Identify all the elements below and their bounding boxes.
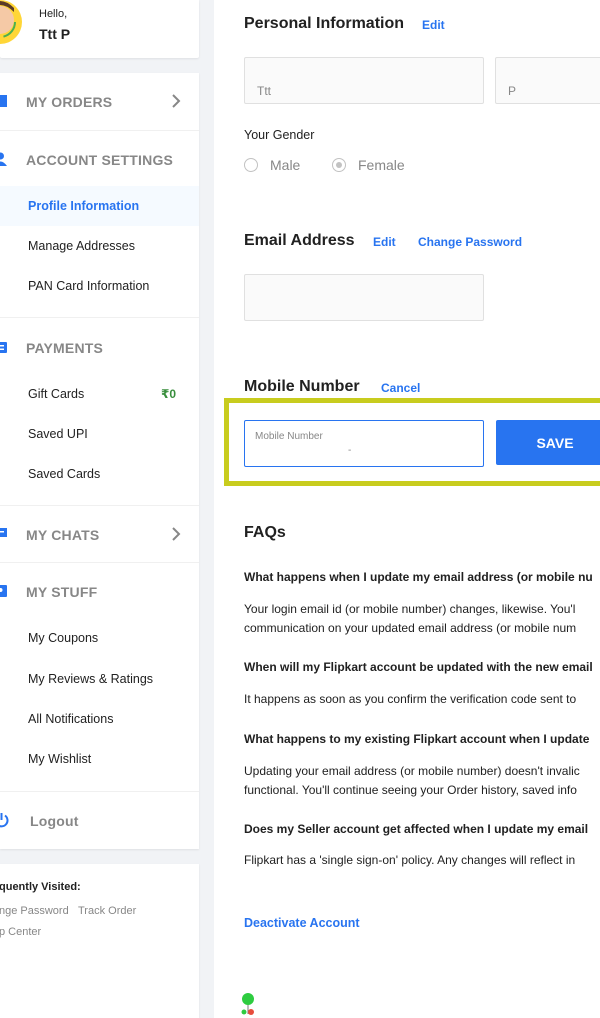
divider: [0, 317, 199, 318]
faq-question: When will my Flipkart account be updated…: [244, 660, 593, 674]
logout-label: Logout: [30, 813, 79, 829]
orders-icon: [0, 95, 7, 107]
track-order-link[interactable]: Track Order: [78, 905, 136, 917]
sidebar-item-my-coupons[interactable]: My Coupons: [0, 618, 199, 658]
faq-answer: Your login email id (or mobile number) c…: [244, 602, 576, 616]
change-password-link[interactable]: Change Password: [418, 235, 522, 249]
faq-answer: It happens as soon as you confirm the ve…: [244, 692, 577, 706]
mobile-cancel-link[interactable]: Cancel: [381, 381, 420, 395]
hello-text: Hello,: [39, 8, 68, 20]
change-password-link[interactable]: nge Password: [0, 905, 69, 917]
sidebar-item-saved-upi[interactable]: Saved UPI: [0, 414, 199, 454]
power-icon: [0, 813, 9, 828]
sidebar-item-saved-cards[interactable]: Saved Cards: [0, 454, 199, 494]
first-name-value: Ttt: [257, 84, 271, 98]
faqs-title: FAQs: [244, 524, 286, 541]
my-chats-label: MY CHATS: [26, 527, 100, 543]
mobile-title: Mobile Number: [244, 378, 360, 395]
faq-answer: Updating your email address (or mobile n…: [244, 764, 580, 778]
faq-answer: functional. You'll continue seeing your …: [244, 783, 577, 797]
help-center-link[interactable]: p Center: [0, 926, 41, 938]
email-title: Email Address: [244, 232, 355, 249]
sidebar-item-gift-cards[interactable]: Gift Cards ₹0: [0, 374, 199, 414]
frequently-visited-card: quently Visited: nge Password Track Orde…: [0, 864, 199, 1018]
faq-question: What happens when I update my email addr…: [244, 570, 593, 584]
faq-answer: communication on your updated email addr…: [244, 621, 577, 635]
faq-question: What happens to my existing Flipkart acc…: [244, 732, 590, 746]
personal-info-edit-link[interactable]: Edit: [422, 18, 445, 32]
my-stuff-label: MY STUFF: [26, 584, 98, 600]
logout-button[interactable]: Logout: [0, 792, 199, 849]
sidebar-item-reviews-ratings[interactable]: My Reviews & Ratings: [0, 659, 199, 699]
my-orders-label: MY ORDERS: [26, 94, 113, 110]
avatar: [0, 0, 22, 44]
user-name: Ttt P: [39, 26, 71, 42]
sidebar-item-label: Saved UPI: [28, 427, 88, 441]
my-chats-link[interactable]: MY CHATS: [0, 506, 199, 563]
sidebar-item-pan-card[interactable]: PAN Card Information: [0, 266, 199, 306]
sidebar-item-label: My Reviews & Ratings: [28, 672, 154, 686]
gender-female-label: Female: [358, 157, 405, 173]
my-orders-link[interactable]: MY ORDERS: [0, 73, 199, 130]
gender-label: Your Gender: [244, 128, 315, 142]
mobile-number-placeholder: Mobile Number: [255, 431, 323, 442]
chevron-right-icon: [172, 527, 181, 541]
sidebar-item-label: PAN Card Information: [28, 279, 150, 293]
sidebar-item-label: Saved Cards: [28, 467, 101, 481]
sidebar-item-label: All Notifications: [28, 712, 114, 726]
chevron-right-icon: [172, 94, 181, 108]
my-stuff-header: MY STUFF: [0, 563, 199, 620]
deactivate-account-link[interactable]: Deactivate Account: [244, 916, 360, 930]
account-settings-label: ACCOUNT SETTINGS: [26, 152, 174, 168]
sidebar-item-label: Manage Addresses: [28, 239, 136, 253]
user-icon: [0, 152, 7, 166]
sidebar-item-all-notifications[interactable]: All Notifications: [0, 699, 199, 739]
mobile-number-value: -: [348, 445, 352, 456]
balloon-icon: [241, 993, 254, 1015]
sidebar-item-label: Profile Information: [28, 199, 140, 213]
email-field[interactable]: [244, 274, 484, 321]
gender-male-label: Male: [270, 157, 301, 173]
frequently-visited-title: quently Visited:: [0, 881, 81, 893]
last-name-field[interactable]: P: [495, 57, 600, 104]
greeting-card: Hello, Ttt P: [0, 0, 199, 58]
email-edit-link[interactable]: Edit: [373, 235, 396, 249]
payments-header: PAYMENTS: [0, 319, 199, 376]
sidebar-item-manage-addresses[interactable]: Manage Addresses: [0, 226, 199, 266]
sidebar-item-my-wishlist[interactable]: My Wishlist: [0, 739, 199, 779]
mobile-number-input[interactable]: Mobile Number -: [244, 420, 484, 467]
gender-male-radio[interactable]: [244, 158, 258, 172]
last-name-value: P: [508, 84, 517, 98]
sidebar-item-label: Gift Cards: [28, 387, 85, 401]
sidebar-item-label: My Wishlist: [28, 752, 92, 766]
gift-card-balance: ₹0: [161, 387, 177, 401]
payments-label: PAYMENTS: [26, 340, 104, 356]
chat-icon: [0, 528, 7, 537]
personal-info-title: Personal Information: [244, 15, 405, 32]
account-settings-header: ACCOUNT SETTINGS: [0, 131, 199, 188]
faq-question: Does my Seller account get affected when…: [244, 822, 589, 836]
radio-selected-dot: [335, 161, 342, 168]
sidebar-item-profile-information[interactable]: Profile Information: [0, 186, 199, 226]
first-name-field[interactable]: Ttt: [244, 57, 484, 104]
wallet-icon: [0, 342, 7, 353]
stuff-icon: [0, 585, 7, 597]
account-menu: MY ORDERS ACCOUNT SETTINGS Profile Infor…: [0, 73, 199, 849]
profile-main: Personal Information Edit Ttt P Your Gen…: [214, 0, 600, 1018]
sidebar-item-label: My Coupons: [28, 631, 99, 645]
faq-answer: Flipkart has a 'single sign-on' policy. …: [244, 853, 576, 867]
save-button[interactable]: SAVE: [496, 420, 600, 465]
gender-female-radio[interactable]: [332, 158, 346, 172]
